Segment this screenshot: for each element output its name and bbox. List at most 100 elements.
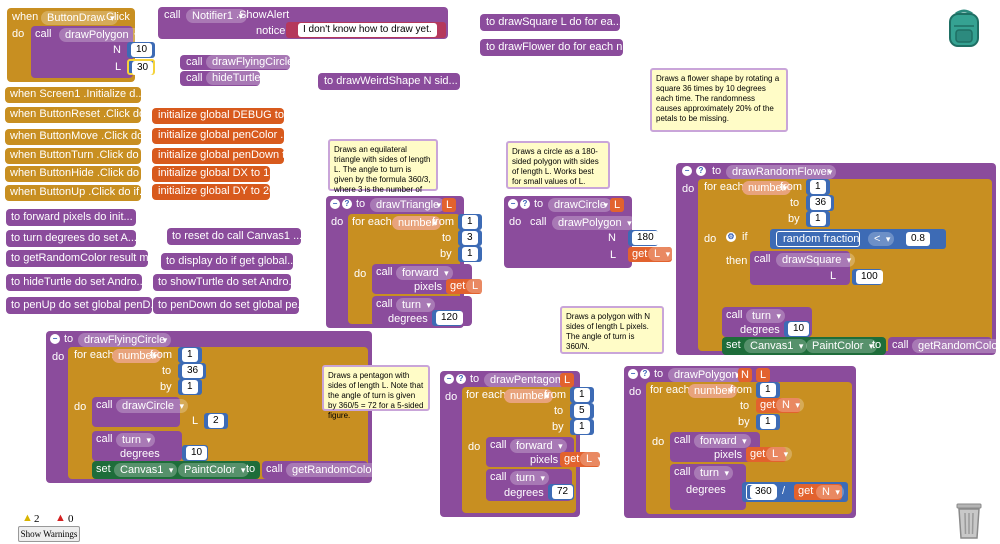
question-icon[interactable]: ? <box>456 374 466 384</box>
show-warnings-button[interactable]: Show Warnings <box>18 526 80 542</box>
number-block[interactable]: 3 <box>458 230 482 246</box>
collapsed-hideturtle[interactable]: to hideTurtle do set Andro... <box>6 274 146 291</box>
number-block[interactable]: 100 <box>852 269 883 285</box>
number-value[interactable]: 2 <box>208 414 224 428</box>
number-value[interactable]: 1 <box>182 348 198 362</box>
question-icon[interactable]: ? <box>342 199 352 209</box>
number-block[interactable]: 36 <box>178 363 206 379</box>
minus-icon[interactable]: − <box>444 374 454 384</box>
get-block[interactable]: get N <box>756 398 804 413</box>
procedure-dropdown[interactable]: turn <box>510 471 549 485</box>
compare-block[interactable]: random fraction < 0.8 <box>770 229 946 249</box>
collapsed-drawweirdshape[interactable]: to drawWeirdShape N sid... <box>318 73 460 90</box>
number-block[interactable]: 1 <box>756 414 780 430</box>
gear-icon[interactable]: ⚙ <box>726 232 736 242</box>
minus-icon[interactable]: − <box>330 199 340 209</box>
procedure-dropdown[interactable]: getRandomColor <box>286 463 390 477</box>
procedure-dropdown[interactable]: drawPolygon <box>59 28 143 42</box>
number-block[interactable]: 1 <box>570 419 594 435</box>
question-icon[interactable]: ? <box>640 369 650 379</box>
procedure-dropdown[interactable]: turn <box>396 298 435 312</box>
procedure-drawpentagon[interactable]: − ? to drawPentagon L do for each number… <box>440 371 607 517</box>
procedure-dropdown[interactable]: drawFlyingCircle <box>206 55 308 69</box>
call-hideturtle[interactable]: call hideTurtle <box>180 71 275 86</box>
number-value[interactable]: 1 <box>462 247 478 261</box>
set-paintcolor-block[interactable]: set Canvas1 PaintColor to <box>722 337 886 355</box>
procedure-drawcircle[interactable]: − ? to drawCircle L do call drawPolygon … <box>504 196 675 268</box>
procedure-dropdown[interactable]: hideTurtle <box>206 71 275 85</box>
number-value[interactable]: 36 <box>810 196 832 210</box>
collapsed-display[interactable]: to display do if get global... <box>161 253 296 270</box>
procedure-dropdown[interactable]: turn <box>746 309 785 323</box>
variable-dropdown[interactable]: L <box>766 447 793 461</box>
variable-dropdown[interactable]: L <box>648 247 675 261</box>
variable-dropdown[interactable]: L <box>466 279 493 293</box>
collapsed-drawsquare[interactable]: to drawSquare L do for ea... <box>480 14 622 31</box>
number-block[interactable]: 120 <box>432 310 463 326</box>
procedure-name-field[interactable]: drawCircle <box>548 198 612 212</box>
get-block[interactable]: get L <box>560 452 607 467</box>
procedure-drawrandomflower[interactable]: − ? to drawRandomFlower do for each numb… <box>676 163 1000 355</box>
number-value[interactable]: 10 <box>186 446 208 460</box>
trash-icon[interactable] <box>954 502 984 540</box>
call-getrandomcolor-block[interactable]: call getRandomColor <box>262 461 390 479</box>
number-block[interactable]: 1 <box>570 387 594 403</box>
number-block[interactable]: 360 <box>746 484 777 500</box>
variable-dropdown[interactable]: L <box>580 452 607 466</box>
procedure-dropdown[interactable]: forward <box>396 266 453 280</box>
property-dropdown[interactable]: PaintColor <box>806 339 878 353</box>
number-block[interactable]: 1 <box>806 211 830 227</box>
number-value[interactable]: 10 <box>788 322 810 336</box>
number-value[interactable]: 120 <box>436 311 463 325</box>
get-block[interactable]: get L <box>746 447 793 462</box>
number-block[interactable]: 1 <box>458 246 482 262</box>
number-value[interactable]: 1 <box>760 415 776 429</box>
call-turn-block[interactable]: call turn degrees 72 <box>486 469 574 501</box>
number-value[interactable]: 1 <box>574 420 590 434</box>
number-block[interactable]: 180 <box>628 230 659 246</box>
procedure-dropdown[interactable]: forward <box>510 439 567 453</box>
collapsed-reset[interactable]: to reset do call Canvas1 .... <box>167 228 305 245</box>
collapsed-pendown[interactable]: to penDown do set global pe... <box>153 297 307 314</box>
collapsed-forward[interactable]: to forward pixels do init... <box>6 209 136 226</box>
number-block[interactable]: 0.8 <box>902 231 938 247</box>
question-icon[interactable]: ? <box>696 166 706 176</box>
procedure-dropdown[interactable]: getRandomColor <box>912 339 1000 353</box>
call-drawpolygon-block[interactable]: call drawPolygon N 10 L 30 <box>31 26 155 78</box>
number-value[interactable]: 3 <box>462 231 478 245</box>
number-block[interactable]: 2 <box>204 413 228 429</box>
number-value[interactable]: 0.8 <box>906 232 930 246</box>
procedure-drawtriangle[interactable]: − ? to drawTriangle L do for each number… <box>326 196 493 328</box>
collapsed-event-buttonmove[interactable]: when ButtonMove .Click do ... <box>5 129 156 145</box>
call-turn-block[interactable]: call turn degrees 10 <box>722 307 812 337</box>
parameter-l[interactable]: L <box>442 198 456 212</box>
procedure-name-field[interactable]: drawPentagon <box>484 373 567 387</box>
for-each-block[interactable]: for each number from 1 to 3 by 1 do call… <box>348 214 493 326</box>
collapsed-global-debug[interactable]: initialize global DEBUG to ... <box>152 108 296 124</box>
minus-icon[interactable]: − <box>508 199 518 209</box>
collapsed-event-buttonreset[interactable]: when ButtonReset .Click do... <box>5 107 154 123</box>
number-value[interactable]: 180 <box>632 231 659 245</box>
number-value[interactable]: 1 <box>462 215 478 229</box>
get-block[interactable]: get L <box>628 247 675 262</box>
set-paintcolor-block[interactable]: set Canvas1 PaintColor to <box>92 461 260 479</box>
parameter-l[interactable]: L <box>756 368 770 382</box>
procedure-dropdown[interactable]: drawSquare <box>776 253 856 267</box>
number-value[interactable]: 1 <box>810 180 826 194</box>
number-block[interactable]: 72 <box>548 484 574 500</box>
number-block[interactable]: 1 <box>806 179 830 195</box>
parameter-n[interactable]: N <box>738 368 752 382</box>
backpack-icon[interactable] <box>946 8 982 48</box>
variable-dropdown[interactable]: N <box>776 398 804 412</box>
for-each-block[interactable]: for each number from 1 to getN by 1 do c… <box>646 382 852 514</box>
collapsed-event-buttonhide[interactable]: when ButtonHide .Click do ... <box>5 166 151 182</box>
call-getrandomcolor-block[interactable]: call getRandomColor <box>888 337 1000 355</box>
question-icon[interactable]: ? <box>520 199 530 209</box>
number-value[interactable]: 1 <box>574 388 590 402</box>
call-turn-block[interactable]: call turn degrees <box>670 464 746 510</box>
collapsed-event-buttonup[interactable]: when ButtonUp .Click do if... <box>5 185 148 201</box>
number-value[interactable]: 30 <box>132 61 154 75</box>
procedure-dropdown[interactable]: forward <box>694 434 751 448</box>
minus-icon[interactable]: − <box>682 166 692 176</box>
for-each-block[interactable]: for each number from 1 to 36 by 1 do ⚙ i… <box>698 179 1000 355</box>
